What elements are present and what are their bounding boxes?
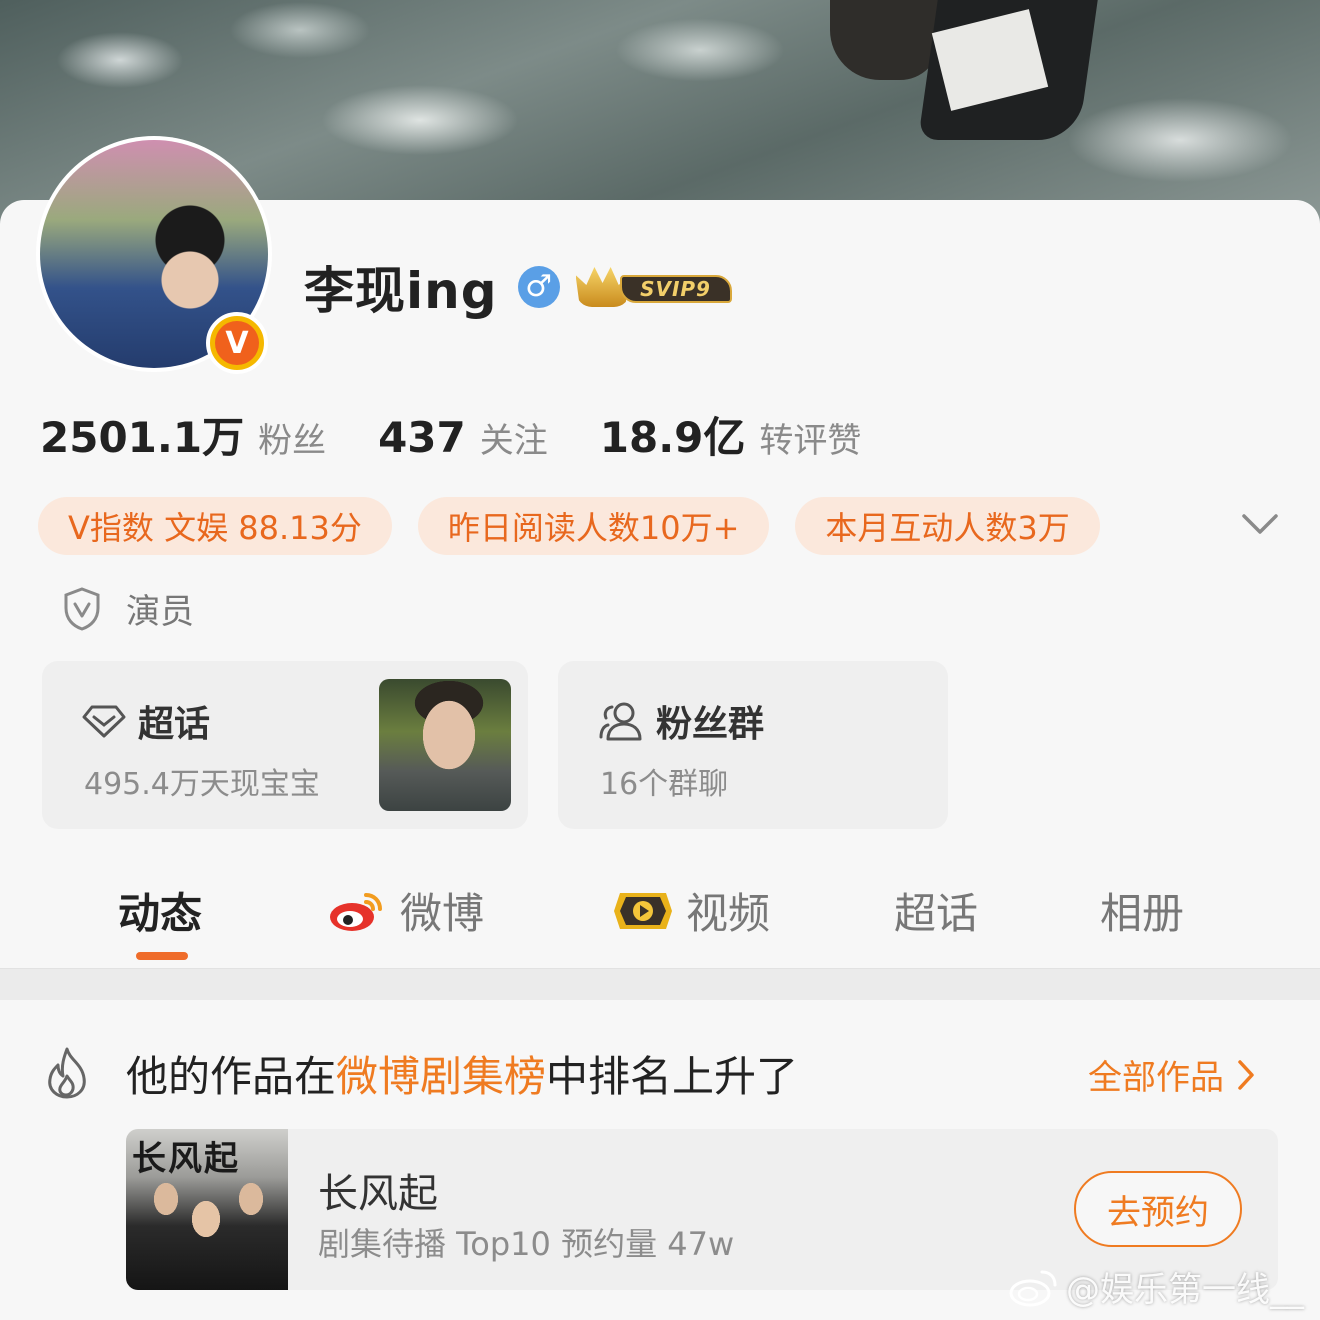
tab-album[interactable]: 相册 [1100,880,1184,941]
ranking-row: 他的作品在微博剧集榜中排名上升了 全部作品 [44,1038,1284,1108]
fan-group-title: 粉丝群 [656,704,765,745]
stat-value: 437 [378,413,466,462]
work-title: 长风起 [318,1171,438,1217]
active-tab-indicator [136,952,188,960]
stat-following[interactable]: 437 关注 [378,413,548,462]
weibo-icon [330,892,382,931]
tab-super-topic[interactable]: 超话 [894,880,978,941]
ranking-text: 他的作品在微博剧集榜中排名上升了 [126,1043,798,1104]
tab-label: 视频 [686,889,771,938]
svip-label: SVIP9 [619,275,732,303]
profile-stats: 2501.1万 粉丝 437 关注 18.9亿 转评赞 [40,404,913,465]
role-row: 演员 [62,584,194,633]
card-title: 粉丝群 [598,695,764,747]
reserve-button[interactable]: 去预约 [1074,1171,1242,1247]
super-topic-card[interactable]: 超话 495.4万天现宝宝 [42,661,528,829]
profile-name: 李现ing [304,262,498,320]
tab-label: 超话 [894,889,979,938]
verified-badge-icon: V [206,312,268,374]
video-play-icon [614,892,672,929]
tab-posts[interactable]: 动态 [118,880,202,941]
pill-daily-readers[interactable]: 昨日阅读人数10万+ [417,497,770,555]
name-row: 李现ing ♂ SVIP9 [304,252,732,322]
super-topic-thumbnail [379,679,511,811]
all-works-label: 全部作品 [1088,1058,1224,1098]
male-icon: ♂ [517,266,560,308]
chevron-down-icon[interactable] [1240,510,1280,540]
role-label: 演员 [126,592,194,632]
all-works-link[interactable]: 全部作品 [1088,1050,1258,1099]
card-title: 超话 [82,695,210,747]
watermark-text: @娱乐第一线__ [1066,1270,1304,1310]
chevron-right-icon [1238,1059,1254,1090]
diamond-icon [82,705,126,738]
weibo-watermark-icon [1009,1270,1057,1306]
pill-v-index[interactable]: V指数 文娱 88.13分 [38,497,392,555]
section-divider [0,968,1320,1000]
pill-monthly-interactions[interactable]: 本月互动人数3万 [795,497,1100,555]
tab-label: 动态 [118,889,203,938]
stat-label: 粉丝 [258,421,327,461]
people-icon [599,702,642,741]
super-topic-title: 超话 [138,704,211,745]
profile-tabs: 动态 微博 视频 超话 相册 [0,870,1320,968]
svip-badge[interactable]: SVIP9 [575,265,732,309]
drama-poster[interactable]: 长风起 [126,1129,288,1290]
tab-label: 微博 [400,889,485,938]
work-subtitle: 剧集待播 Top10 预约量 47w [318,1225,735,1263]
tab-video[interactable]: 视频 [612,880,770,941]
stat-engagement[interactable]: 18.9亿 转评赞 [600,404,862,465]
watermark: @娱乐第一线__ [1008,1262,1304,1311]
metric-pills: V指数 文娱 88.13分 昨日阅读人数10万+ 本月互动人数3万 [38,497,1126,555]
stat-followers[interactable]: 2501.1万 粉丝 [40,404,326,465]
fan-group-subtitle: 16个群聊 [600,767,729,802]
tab-label: 相册 [1100,889,1185,938]
cover-rock [830,0,940,80]
stat-label: 关注 [479,421,548,461]
verified-badge-letter: V [215,321,259,365]
tab-weibo[interactable]: 微博 [328,880,484,941]
ranking-suffix: 中排名上升了 [546,1051,799,1101]
shield-v-icon [64,586,100,631]
fire-icon [48,1047,86,1099]
stat-value: 18.9亿 [599,413,746,462]
stat-label: 转评赞 [759,421,862,461]
fan-group-card[interactable]: 粉丝群 16个群聊 [558,661,948,829]
stat-value: 2501.1万 [40,413,245,462]
ranking-prefix: 他的作品在 [126,1051,337,1101]
poster-title: 长风起 [132,1139,240,1179]
ranking-chart-link[interactable]: 微博剧集榜 [336,1052,546,1101]
super-topic-subtitle: 495.4万天现宝宝 [84,767,320,802]
